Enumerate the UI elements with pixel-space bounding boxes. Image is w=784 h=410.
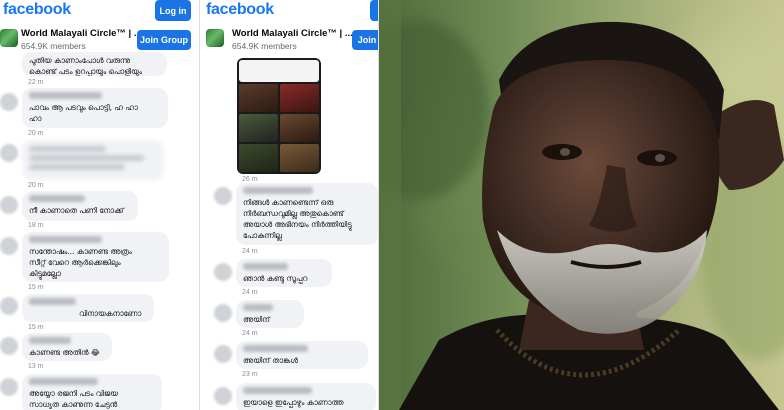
comment-bubble: പാവം ആ പടവും പൊട്ടി, ഹ ഹാ ഹാ — [22, 88, 168, 128]
avatar[interactable] — [0, 378, 18, 396]
login-button[interactable]: Log in — [155, 0, 191, 21]
portrait-photo — [379, 0, 784, 410]
comment-text: കൊണ്ട് പടം ഉറപ്പായും പൊളിയും — [29, 67, 142, 76]
topbar: facebook Log in — [0, 0, 199, 24]
group-name[interactable]: World Malayali Circle™ | ... — [232, 28, 353, 39]
blurred-name — [29, 92, 102, 99]
comment-text: കാണണ്ട അതിൻ 😂 — [29, 348, 100, 357]
comment-bubble: വിനായകനാണോ — [22, 294, 154, 322]
portrait-illustration — [379, 0, 784, 410]
comment-time: 15 m — [28, 324, 44, 331]
comment-bubble: ഇയാളെ ഇപ്പോഴും കാണാത്ത — [236, 383, 376, 410]
blurred-name — [243, 187, 314, 194]
avatar[interactable] — [0, 93, 18, 111]
blurred-name — [243, 304, 273, 311]
facebook-logo[interactable]: facebook — [3, 1, 71, 19]
comment-text: സാധ്യത കാണുന്ന ചേട്ടൻ — [29, 400, 118, 409]
comment-text: കിട്ടുമല്ലോ — [29, 269, 61, 278]
group-avatar[interactable] — [0, 29, 18, 47]
blurred-name — [243, 387, 313, 394]
comment-time: 26 m — [242, 176, 258, 183]
comment-bubble: നീ കാണാതെ പണി നോക്ക് — [22, 191, 138, 221]
comment-text: നിങ്ങൾ കാണണ്ടെന്ന് ഒരു — [243, 198, 334, 207]
comment-text: വിനായകനാണോ — [79, 309, 142, 318]
avatar[interactable] — [0, 237, 18, 255]
comment-text: സന്തോഷം... കാണണ്ട അത്രം — [29, 247, 132, 256]
comment-bubble: അയിന് താങ്കൾ — [236, 341, 368, 369]
group-header: World Malayali Circle™ | ... 654.9K memb… — [0, 26, 199, 54]
comment-text: അയ്യോ രജനി പടം വിജയ — [29, 389, 118, 398]
comment-bubble: സന്തോഷം... കാണണ്ട അത്രം സീറ്റ് വേറെ ആർക്… — [22, 232, 169, 282]
join-group-button[interactable]: Join Group — [137, 30, 191, 50]
comment-time: 24 m — [242, 330, 258, 337]
blurred-name — [29, 298, 77, 305]
comment-time: 15 m — [28, 284, 44, 291]
comment-time: 18 m — [28, 222, 44, 229]
facebook-screenshot-left: facebook Log in World Malayali Circle™ |… — [0, 0, 199, 410]
avatar[interactable] — [214, 345, 232, 363]
comment-text: പുതിയ കാണാംപോൾ വരുന്നു — [29, 56, 131, 65]
avatar[interactable] — [0, 337, 18, 355]
blurred-name — [29, 337, 71, 344]
group-header: World Malayali Circle™ | ... 654.9K memb… — [200, 26, 378, 54]
comment-bubble: നിങ്ങൾ കാണണ്ടെന്ന് ഒരു നിർബന്ധവുമില്ല അത… — [236, 183, 378, 245]
facebook-logo[interactable]: facebook — [206, 1, 274, 19]
comment-time: 20 m — [28, 130, 44, 137]
comment-text: അയാൾ അഭിനയം നിർത്തിയിട്ടു — [243, 220, 352, 229]
comment-text: ഹാ — [29, 114, 42, 123]
comment-bubble: അയ്യോ രജനി പടം വിജയ സാധ്യത കാണുന്ന ചേട്ട… — [22, 374, 162, 410]
comment-time: 13 m — [28, 363, 44, 370]
comment-text: പോകുന്നില്ല — [243, 231, 282, 240]
avatar[interactable] — [214, 387, 232, 405]
blurred-name — [29, 195, 86, 202]
comment-time: 24 m — [242, 289, 258, 296]
comment-bubble: ഞാൻ കണ്ടു സൂപ്പറ — [236, 259, 332, 287]
comment-bubble: അയിന് — [236, 300, 304, 328]
avatar[interactable] — [0, 144, 18, 162]
comment-text: അയിന് — [243, 315, 270, 324]
comment-time: 23 m — [242, 371, 258, 378]
group-name[interactable]: World Malayali Circle™ | ... — [21, 28, 142, 39]
comment-time: 24 m — [242, 248, 258, 255]
avatar[interactable] — [214, 187, 232, 205]
comment-text: ഞാൻ കണ്ടു സൂപ്പറ — [243, 274, 308, 283]
blurred-name — [29, 378, 99, 385]
avatar[interactable] — [0, 196, 18, 214]
blurred-comment-bubble — [22, 140, 164, 180]
comment-bubble: കാണണ്ട അതിൻ 😂 — [22, 333, 112, 361]
avatar[interactable] — [0, 297, 18, 315]
blurred-name — [243, 263, 289, 270]
comment-text: ഇയാളെ ഇപ്പോഴും കാണാത്ത — [243, 398, 344, 407]
comment-time: 20 m — [28, 182, 44, 189]
comment-text: സീറ്റ് വേറെ ആർക്കെങ്കിലും — [29, 258, 121, 267]
comment-text: പാവം ആ പടവും പൊട്ടി, ഹ ഹാ — [29, 103, 138, 112]
comment-feed-middle: 26 m നിങ്ങൾ കാണണ്ടെന്ന് ഒരു നിർബന്ധവുമില… — [200, 54, 378, 410]
topbar: facebook — [200, 0, 378, 24]
comment-text: നീ കാണാതെ പണി നോക്ക് — [29, 206, 124, 215]
avatar[interactable] — [214, 304, 232, 322]
comment-text: നിർബന്ധവുമില്ല അതുകൊണ്ട് — [243, 209, 344, 218]
login-button-partial[interactable] — [370, 0, 378, 21]
group-members: 654.9K members — [21, 41, 86, 51]
join-group-button[interactable]: Join — [352, 30, 378, 50]
avatar[interactable] — [214, 263, 232, 281]
comment-feed: പുതിയ കാണാംപോൾ വരുന്നു കൊണ്ട് പടം ഉറപ്പാ… — [0, 52, 199, 410]
comment-text: അയിന് താങ്കൾ — [243, 356, 298, 365]
blurred-name — [243, 345, 308, 352]
blurred-name — [29, 236, 103, 243]
group-members: 654.9K members — [232, 41, 297, 51]
group-avatar[interactable] — [206, 29, 224, 47]
comment-bubble: പുതിയ കാണാംപോൾ വരുന്നു കൊണ്ട് പടം ഉറപ്പാ… — [22, 52, 167, 76]
comment-time: 22 m — [28, 79, 44, 86]
